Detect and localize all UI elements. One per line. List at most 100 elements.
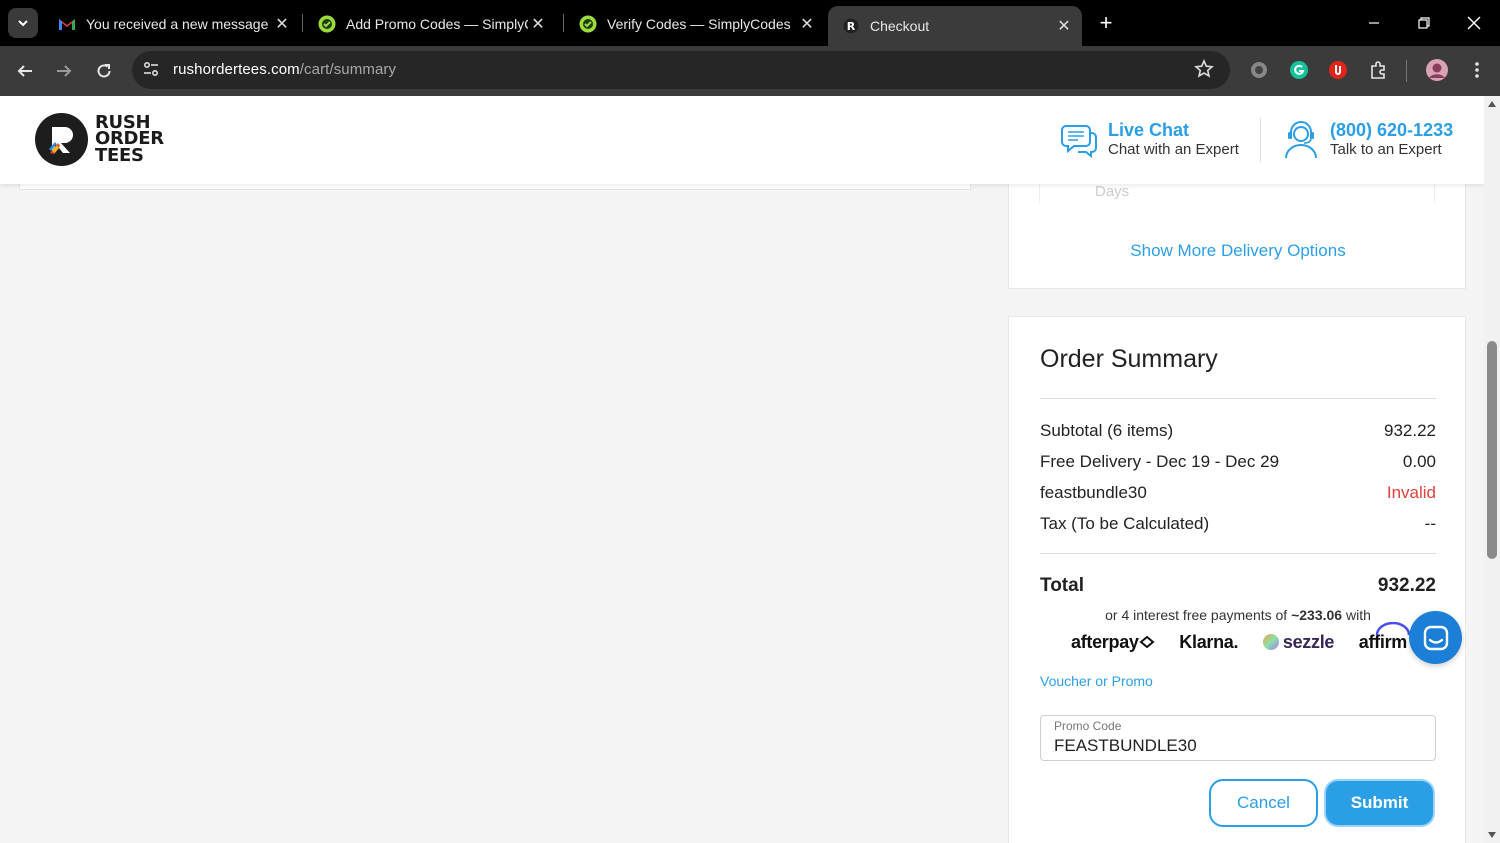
new-tab-button[interactable]: + xyxy=(1093,10,1119,36)
support-chat-launcher[interactable] xyxy=(1409,611,1462,664)
rushordertees-logo[interactable]: RUSH ORDER TEES xyxy=(35,113,164,166)
live-chat-link[interactable]: Live Chat Chat with an Expert xyxy=(1060,120,1239,160)
kebab-menu-icon xyxy=(1475,62,1479,78)
close-icon[interactable]: ✕ xyxy=(272,14,292,34)
phone-subtitle: Talk to an Expert xyxy=(1330,141,1442,158)
simplycodes-icon xyxy=(579,15,597,33)
tab-title: Checkout xyxy=(870,18,930,34)
browser-menu-button[interactable] xyxy=(1465,58,1489,82)
order-summary-heading: Order Summary xyxy=(1040,345,1218,373)
tab-add-promo-codes[interactable]: Add Promo Codes — SimplyCodes ✕ xyxy=(304,7,562,40)
minimize-icon xyxy=(1369,22,1379,24)
installments-suffix: with xyxy=(1342,607,1371,623)
total-label: Total xyxy=(1040,575,1084,596)
simplycodes-icon xyxy=(318,15,336,33)
logo-line: TEES xyxy=(95,144,144,166)
row-value: -- xyxy=(1424,514,1436,533)
browser-tab-bar: You received a new message - ✕ Add Promo… xyxy=(0,0,1500,46)
logo-wordmark: RUSH ORDER TEES xyxy=(95,114,164,166)
show-more-delivery-options-link[interactable]: Show More Delivery Options xyxy=(1009,241,1467,261)
sezzle-icon xyxy=(1262,634,1279,650)
tab-checkout[interactable]: R Checkout ✕ xyxy=(828,6,1082,46)
restore-button[interactable] xyxy=(1404,8,1444,38)
live-chat-subtitle: Chat with an Expert xyxy=(1108,141,1239,158)
bookmark-star-icon[interactable] xyxy=(1194,59,1216,81)
phone-number: (800) 620-1233 xyxy=(1330,120,1454,140)
chat-icon xyxy=(1423,625,1448,650)
page-scrollbar[interactable] xyxy=(1484,96,1500,843)
rushordertees-icon: R xyxy=(842,17,860,35)
row-value: 0.00 xyxy=(1402,452,1436,471)
tab-title: Verify Codes — SimplyCodes xyxy=(607,15,791,32)
restore-icon xyxy=(1418,17,1430,29)
tab-gmail[interactable]: You received a new message - ✕ xyxy=(44,7,300,40)
sezzle-logo[interactable]: sezzle xyxy=(1262,631,1335,653)
affirm-arc-icon xyxy=(1375,621,1410,635)
installments-prefix: or 4 interest free payments of xyxy=(1105,607,1292,623)
delivery-option-days: Days xyxy=(1095,183,1130,200)
forward-button[interactable] xyxy=(49,56,79,86)
tab-search-button[interactable] xyxy=(8,8,38,38)
reload-button[interactable] xyxy=(89,56,119,86)
tab-verify-codes[interactable]: Verify Codes — SimplyCodes ✕ xyxy=(565,7,825,40)
chat-bubbles-icon xyxy=(1061,125,1097,159)
close-icon[interactable]: ✕ xyxy=(528,14,548,34)
extension-record-icon[interactable] xyxy=(1247,58,1271,82)
web-page: RUSH ORDER TEES Live Chat Chat with an E… xyxy=(0,96,1484,843)
summary-row-promo: feastbundle30 Invalid xyxy=(1040,483,1436,503)
live-chat-title: Live Chat xyxy=(1108,120,1190,140)
afterpay-arrows-icon xyxy=(1139,635,1155,648)
url-path: /cart/summary xyxy=(299,61,397,78)
voucher-or-promo-link[interactable]: Voucher or Promo xyxy=(1040,673,1153,689)
row-label: Subtotal (6 items) xyxy=(1040,421,1174,440)
afterpay-logo[interactable]: afterpay xyxy=(1071,632,1155,653)
submit-button[interactable]: Submit xyxy=(1324,779,1435,827)
summary-total: Total 932.22 xyxy=(1040,575,1436,597)
headset-agent-icon xyxy=(1285,121,1317,159)
extensions-puzzle-icon[interactable] xyxy=(1366,58,1390,82)
provider-name: sezzle xyxy=(1282,631,1335,652)
profile-avatar[interactable] xyxy=(1425,58,1449,82)
order-summary-card: Order Summary Subtotal (6 items) 932.22 … xyxy=(1008,316,1466,843)
close-window-button[interactable] xyxy=(1454,8,1494,38)
chevron-down-icon xyxy=(18,20,28,27)
promo-code-input[interactable] xyxy=(1054,736,1384,756)
tab-title: You received a new message - xyxy=(86,15,272,32)
url-text: rushordertees.com/cart/summary xyxy=(173,61,396,78)
extension-red-icon[interactable] xyxy=(1326,58,1350,82)
payment-providers: afterpay Klarna. sezzle affirm xyxy=(1071,621,1410,657)
close-icon[interactable]: ✕ xyxy=(797,14,817,34)
summary-row-tax: Tax (To be Calculated) -- xyxy=(1040,514,1436,534)
site-settings-icon[interactable] xyxy=(142,60,162,80)
reload-icon xyxy=(97,64,111,78)
address-bar[interactable]: rushordertees.com/cart/summary xyxy=(132,51,1230,89)
svg-text:R: R xyxy=(847,20,856,33)
affirm-logo[interactable]: affirm xyxy=(1359,621,1410,653)
header-divider xyxy=(1260,118,1261,162)
scrollbar-thumb[interactable] xyxy=(1487,341,1497,559)
arrow-left-icon xyxy=(17,65,32,77)
extension-grammarly-icon[interactable] xyxy=(1287,58,1311,82)
arrow-right-icon xyxy=(57,65,72,77)
promo-code-label: Promo Code xyxy=(1054,719,1122,733)
phone-link[interactable]: (800) 620-1233 Talk to an Expert xyxy=(1282,120,1453,160)
delivery-options-card: Days Show More Delivery Options xyxy=(1008,166,1466,289)
browser-toolbar: rushordertees.com/cart/summary xyxy=(0,46,1500,96)
site-header: RUSH ORDER TEES Live Chat Chat with an E… xyxy=(0,96,1484,184)
minimize-button[interactable] xyxy=(1354,8,1394,38)
row-value: 932.22 xyxy=(1384,421,1436,440)
row-label: feastbundle30 xyxy=(1040,483,1147,502)
cancel-button[interactable]: Cancel xyxy=(1209,779,1318,827)
promo-code-field[interactable]: Promo Code xyxy=(1040,715,1436,761)
divider xyxy=(1040,398,1436,399)
scroll-down-icon[interactable] xyxy=(1488,832,1496,838)
row-label: Tax (To be Calculated) xyxy=(1040,514,1210,533)
scroll-up-icon[interactable] xyxy=(1488,101,1496,107)
back-button[interactable] xyxy=(10,56,40,86)
promo-status-invalid: Invalid xyxy=(1386,483,1436,502)
divider xyxy=(1040,553,1436,554)
total-value: 932.22 xyxy=(1377,575,1436,596)
close-icon[interactable]: ✕ xyxy=(1054,16,1074,36)
row-label: Free Delivery - Dec 19 - Dec 29 xyxy=(1040,452,1280,471)
klarna-logo[interactable]: Klarna. xyxy=(1179,632,1238,653)
